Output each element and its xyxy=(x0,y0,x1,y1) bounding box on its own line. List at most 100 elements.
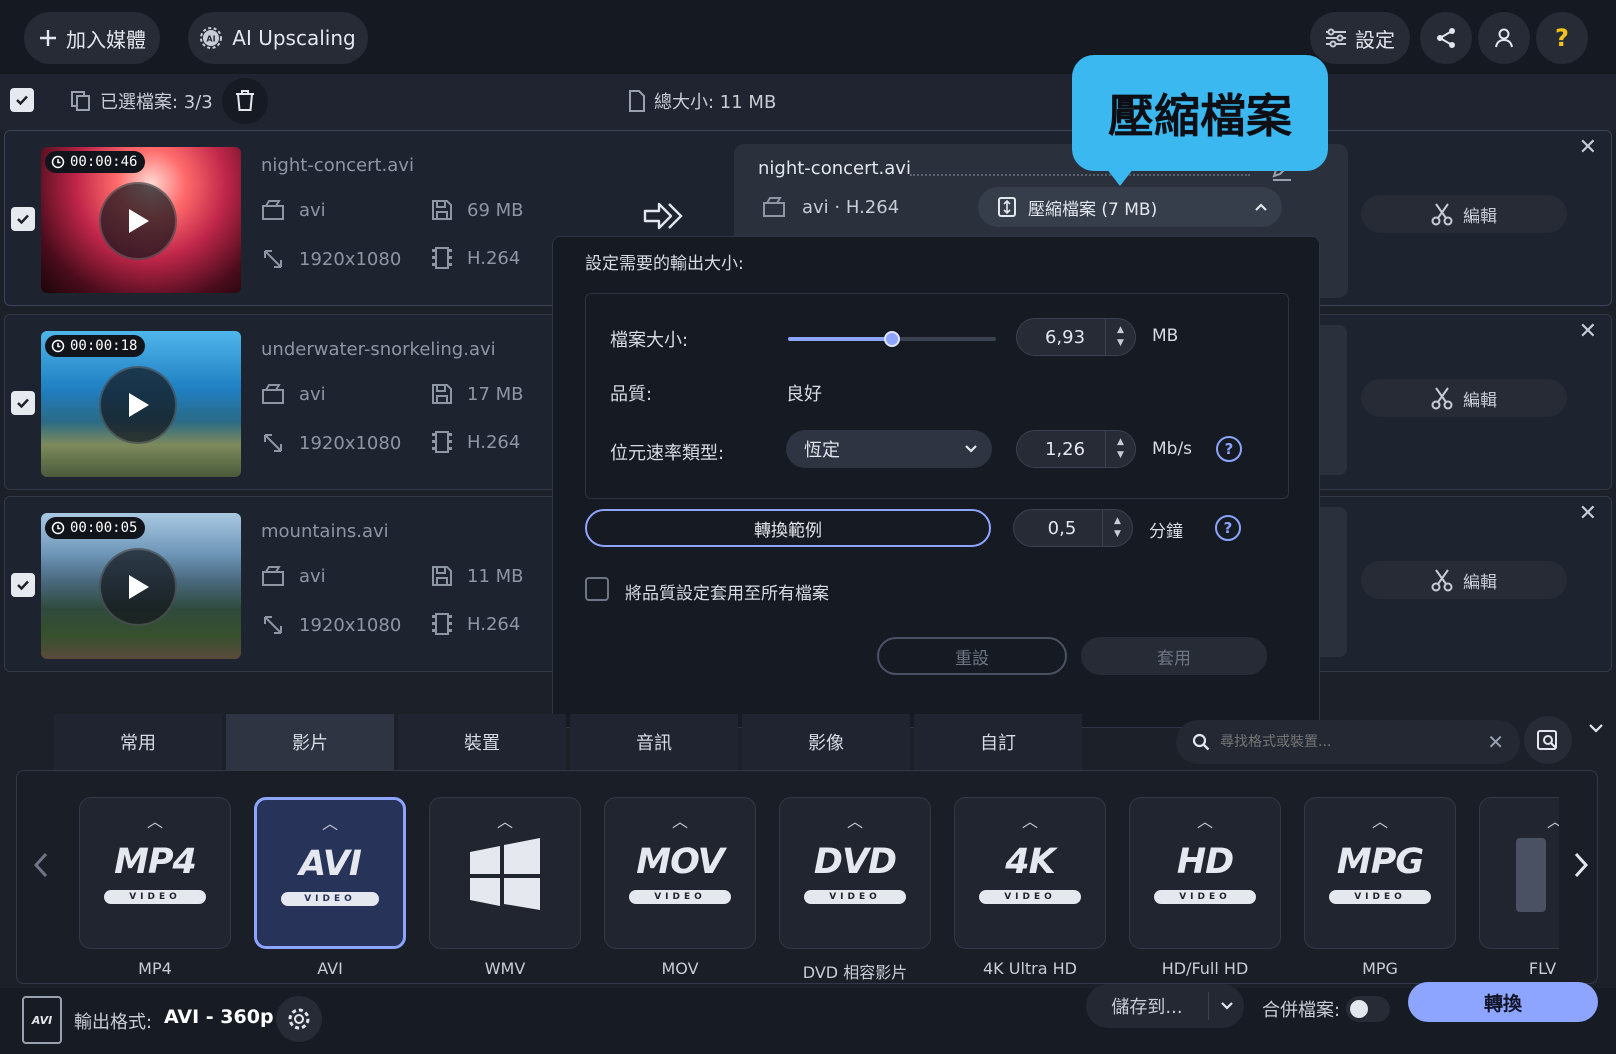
sample-length-stepper[interactable]: 0,5 ▲ ▼ xyxy=(1013,509,1133,547)
account-button[interactable] xyxy=(1478,12,1530,64)
sample-length-unit: 分鐘 xyxy=(1149,522,1183,542)
video-thumbnail[interactable]: 00:00:18 xyxy=(41,331,241,477)
size-label: 11 MB xyxy=(467,565,524,587)
edit-button[interactable]: 編輯 xyxy=(1361,561,1567,599)
edit-button[interactable]: 編輯 xyxy=(1361,195,1567,233)
clear-search-icon[interactable]: ✕ xyxy=(1487,730,1504,754)
format-tab[interactable]: 裝置 xyxy=(398,714,566,770)
share-button[interactable] xyxy=(1420,12,1472,64)
reset-button[interactable]: 重設 xyxy=(877,637,1067,675)
play-button[interactable] xyxy=(99,548,177,626)
clock-icon xyxy=(51,521,65,535)
format-search[interactable]: ✕ xyxy=(1176,720,1520,764)
chevron-up-icon[interactable]: ︿ xyxy=(1480,808,1559,832)
format-sublogo: VIDEO xyxy=(804,890,906,904)
chevron-up-icon[interactable]: ︿ xyxy=(430,808,580,832)
chevron-up-icon[interactable]: ︿ xyxy=(257,810,403,834)
play-button[interactable] xyxy=(99,182,177,260)
add-media-label: 加入媒體 xyxy=(66,27,146,52)
container-icon xyxy=(262,200,284,220)
video-thumbnail[interactable]: 00:00:46 xyxy=(41,147,241,293)
chevron-up-icon[interactable]: ︿ xyxy=(605,808,755,832)
filename-dots xyxy=(910,174,1250,176)
format-card[interactable]: ︿ xyxy=(1479,797,1559,949)
chevron-up-icon[interactable]: ︿ xyxy=(80,808,230,832)
gear-icon xyxy=(286,1006,312,1032)
apply-all-checkbox[interactable] xyxy=(585,577,609,601)
merge-files-toggle[interactable] xyxy=(1346,996,1390,1022)
select-all-checkbox[interactable] xyxy=(10,88,34,112)
format-card[interactable]: ︿ MPG VIDEO xyxy=(1304,797,1456,949)
format-card[interactable]: ︿ xyxy=(429,797,581,949)
output-format-value[interactable]: AVI - 360p xyxy=(164,1006,274,1028)
bitrate-type-select[interactable]: 恆定 xyxy=(786,430,992,468)
format-gallery: ︿ MP4 VIDEO MP4 ︿ AVI VIDEO AVI ︿ WMV ︿ MOV VIDEO… xyxy=(16,770,1598,984)
remove-file-icon[interactable]: ✕ xyxy=(1579,501,1597,526)
selected-count-label: 已選檔案: 3/3 xyxy=(100,92,213,113)
stepper-arrows-icon[interactable]: ▲ ▼ xyxy=(1105,319,1135,355)
gallery-prev-icon[interactable] xyxy=(31,851,51,879)
apply-button[interactable]: 套用 xyxy=(1081,637,1267,675)
preview-search-icon xyxy=(1536,729,1560,751)
add-media-button[interactable]: 加入媒體 xyxy=(24,12,160,64)
output-filename[interactable]: night-concert.avi xyxy=(758,158,911,179)
chevron-up-icon[interactable]: ︿ xyxy=(1305,808,1455,832)
stepper-arrows-icon[interactable]: ▲ ▼ xyxy=(1105,431,1135,467)
gallery-next-icon[interactable] xyxy=(1571,851,1591,879)
stepper-arrows-icon[interactable]: ▲ ▼ xyxy=(1102,510,1132,546)
file-resolution: 1920x1080 xyxy=(261,247,401,271)
video-thumbnail[interactable]: 00:00:05 xyxy=(41,513,241,659)
format-tab[interactable]: 常用 xyxy=(54,714,222,770)
settings-button[interactable]: 設定 xyxy=(1310,12,1410,64)
format-preview-button[interactable] xyxy=(1524,716,1572,764)
file-codec: H.264 xyxy=(431,613,520,635)
slider-knob[interactable] xyxy=(884,331,900,347)
chevron-up-icon[interactable]: ︿ xyxy=(1130,808,1280,832)
format-card[interactable]: ︿ AVI VIDEO xyxy=(254,797,406,949)
format-card[interactable]: ︿ HD VIDEO xyxy=(1129,797,1281,949)
edit-button[interactable]: 編輯 xyxy=(1361,379,1567,417)
file-checkbox[interactable] xyxy=(11,391,35,415)
format-tab[interactable]: 影像 xyxy=(742,714,910,770)
format-tab[interactable]: 影片 xyxy=(226,714,394,770)
duration-badge: 00:00:18 xyxy=(45,335,146,357)
bitrate-stepper[interactable]: 1,26 ▲ ▼ xyxy=(1016,430,1136,468)
format-card[interactable]: ︿ DVD VIDEO xyxy=(779,797,931,949)
collapse-panel-icon[interactable] xyxy=(1588,722,1604,734)
bitrate-help-icon[interactable]: ? xyxy=(1216,436,1242,462)
container-label: avi xyxy=(299,199,326,221)
remove-file-icon[interactable]: ✕ xyxy=(1579,135,1597,160)
format-card[interactable]: ︿ MOV VIDEO xyxy=(604,797,756,949)
resize-icon xyxy=(264,616,282,634)
play-button[interactable] xyxy=(99,366,177,444)
format-card[interactable]: ︿ 4K VIDEO xyxy=(954,797,1106,949)
help-button[interactable]: ? xyxy=(1536,12,1588,64)
chevron-up-icon[interactable]: ︿ xyxy=(780,808,930,832)
chevron-up-icon[interactable]: ︿ xyxy=(955,808,1105,832)
bitrate-value[interactable]: 1,26 xyxy=(1017,439,1105,460)
sample-length-value[interactable]: 0,5 xyxy=(1014,518,1102,539)
compress-dropdown[interactable]: 壓縮檔案 (7 MB) xyxy=(978,187,1282,227)
search-input[interactable] xyxy=(1220,734,1478,750)
format-logo: MPG xyxy=(1336,842,1424,882)
bitrate-unit: Mb/s xyxy=(1152,439,1193,459)
format-tab[interactable]: 音訊 xyxy=(570,714,738,770)
ai-upscaling-button[interactable]: AI AI Upscaling xyxy=(188,12,368,64)
file-checkbox[interactable] xyxy=(11,207,35,231)
convert-sample-button[interactable]: 轉換範例 xyxy=(585,509,991,547)
save-to-chevron-icon[interactable] xyxy=(1208,992,1244,1020)
sample-help-icon[interactable]: ? xyxy=(1215,515,1241,541)
convert-button[interactable]: 轉換 xyxy=(1408,982,1598,1022)
plus-icon xyxy=(38,28,58,48)
delete-button[interactable] xyxy=(222,78,268,124)
format-settings-button[interactable] xyxy=(276,996,322,1042)
file-size-slider[interactable] xyxy=(788,331,996,347)
format-card[interactable]: ︿ MP4 VIDEO xyxy=(79,797,231,949)
container-icon xyxy=(262,566,284,586)
file-checkbox[interactable] xyxy=(11,573,35,597)
save-to-button[interactable]: 儲存到... xyxy=(1086,984,1244,1028)
file-size-value[interactable]: 6,93 xyxy=(1017,327,1105,348)
format-tab[interactable]: 自訂 xyxy=(914,714,1082,770)
file-size-stepper[interactable]: 6,93 ▲ ▼ xyxy=(1016,318,1136,356)
remove-file-icon[interactable]: ✕ xyxy=(1579,319,1597,344)
